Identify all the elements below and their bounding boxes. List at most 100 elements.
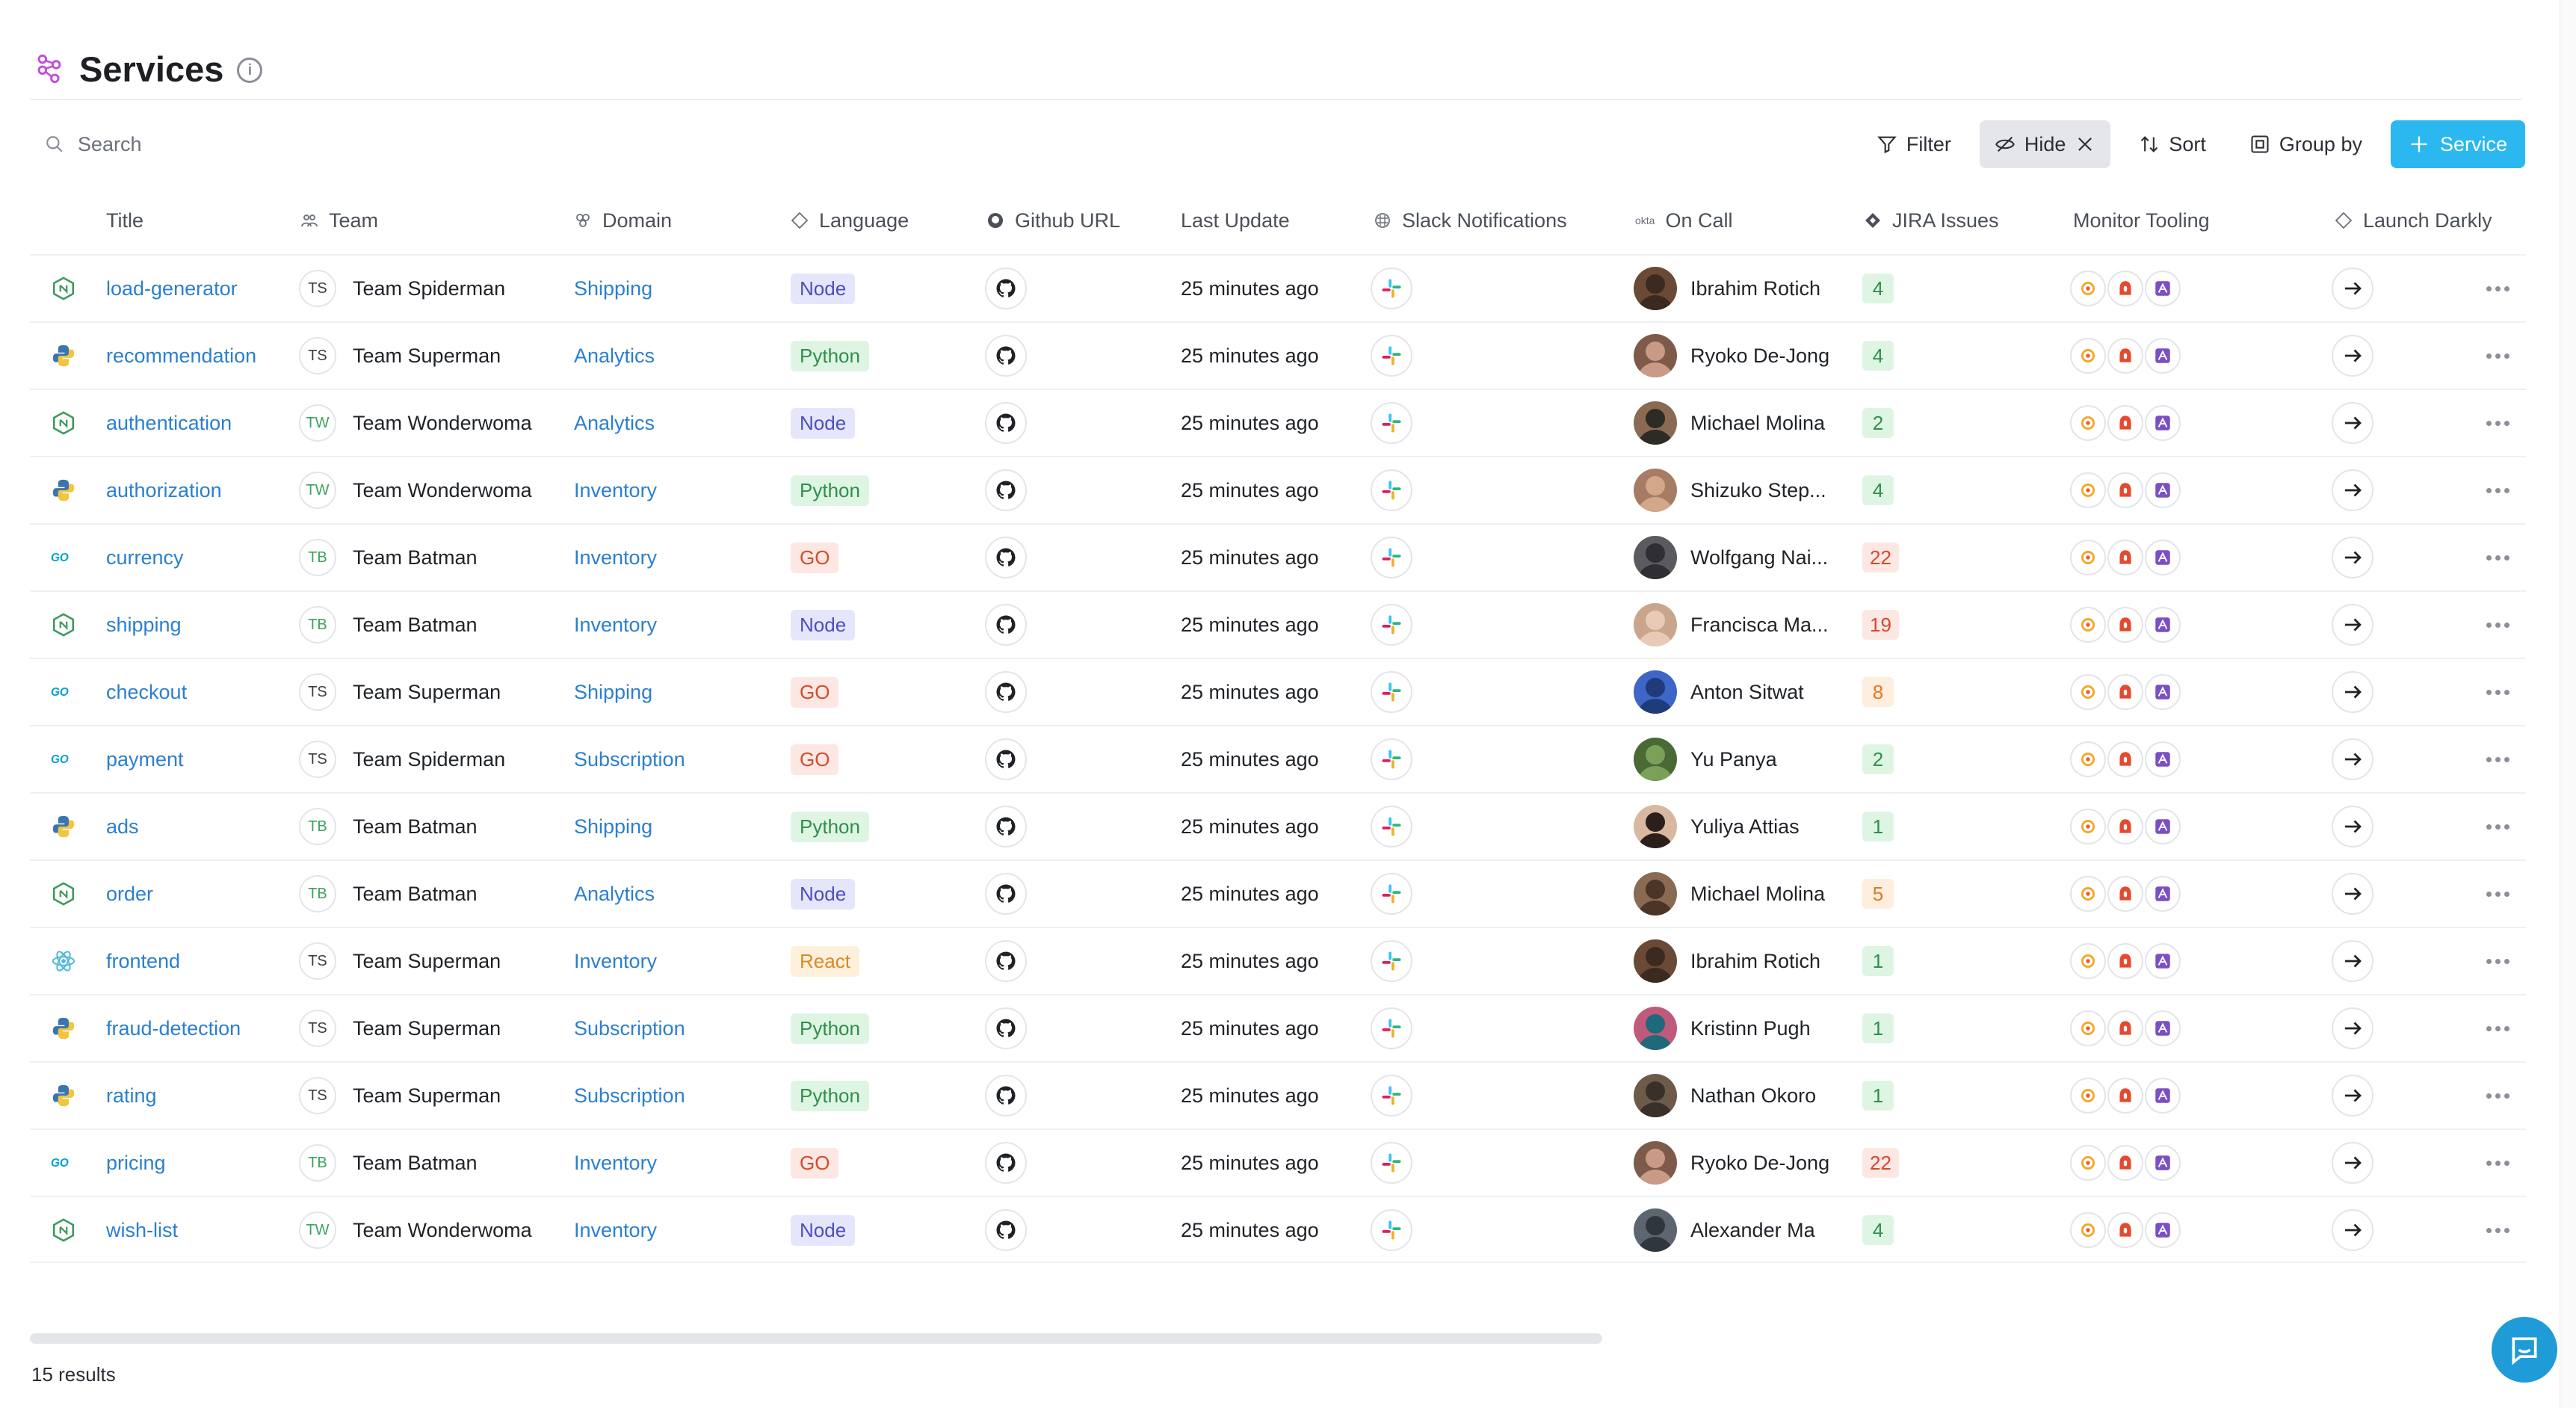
more-icon[interactable] xyxy=(2483,622,2512,628)
search-input[interactable] xyxy=(78,132,436,156)
service-title-link[interactable]: pricing xyxy=(106,1152,166,1175)
sentry-icon[interactable] xyxy=(2145,741,2181,777)
sentry-icon[interactable] xyxy=(2145,1010,2181,1046)
chat-button[interactable] xyxy=(2492,1317,2557,1383)
jira-count-badge[interactable]: 22 xyxy=(1862,543,1899,572)
launch-darkly-link[interactable] xyxy=(2332,1209,2373,1251)
service-title-link[interactable]: recommendation xyxy=(106,345,256,368)
group-by-button[interactable]: Group by xyxy=(2234,120,2377,168)
more-icon[interactable] xyxy=(2483,1093,2512,1099)
slack-link[interactable] xyxy=(1371,671,1412,713)
column-header-github[interactable]: Github URL xyxy=(986,187,1120,254)
column-header-domain[interactable]: Domain xyxy=(574,187,672,254)
github-link[interactable] xyxy=(985,537,1027,578)
column-header-jira[interactable]: JIRA Issues xyxy=(1864,187,1999,254)
more-icon[interactable] xyxy=(2483,353,2512,359)
launch-darkly-link[interactable] xyxy=(2332,604,2373,646)
github-link[interactable] xyxy=(985,806,1027,847)
table-row[interactable]: GO pricing TB Team Batman Inventory GO 2… xyxy=(30,1128,2526,1196)
jira-count-badge[interactable]: 1 xyxy=(1862,812,1894,842)
sentry-icon[interactable] xyxy=(2145,540,2181,575)
launch-darkly-link[interactable] xyxy=(2332,940,2373,982)
slack-link[interactable] xyxy=(1371,873,1412,915)
slack-link[interactable] xyxy=(1371,1075,1412,1117)
github-link[interactable] xyxy=(985,402,1027,444)
grafana-icon[interactable] xyxy=(2070,607,2106,643)
column-header-slack[interactable]: Slack Notifications xyxy=(1374,187,1567,254)
table-row[interactable]: GO payment TS Team Spiderman Subscriptio… xyxy=(30,725,2526,792)
grafana-icon[interactable] xyxy=(2070,405,2106,441)
table-row[interactable]: authorization TW Team Wonderwoman Invent… xyxy=(30,456,2526,523)
sentry-icon[interactable] xyxy=(2145,674,2181,710)
more-icon[interactable] xyxy=(2483,1025,2512,1031)
pagerduty-icon[interactable] xyxy=(2107,809,2143,845)
column-header-language[interactable]: Language xyxy=(791,187,909,254)
sentry-icon[interactable] xyxy=(2145,1145,2181,1181)
more-icon[interactable] xyxy=(2483,958,2512,964)
grafana-icon[interactable] xyxy=(2070,674,2106,710)
grafana-icon[interactable] xyxy=(2070,271,2106,306)
sentry-icon[interactable] xyxy=(2145,405,2181,441)
close-icon[interactable] xyxy=(2075,134,2095,155)
jira-count-badge[interactable]: 19 xyxy=(1862,610,1899,640)
jira-count-badge[interactable]: 22 xyxy=(1862,1148,1899,1178)
column-header-team[interactable]: Team xyxy=(300,187,378,254)
jira-count-badge[interactable]: 8 xyxy=(1862,677,1894,707)
service-title-link[interactable]: checkout xyxy=(106,681,187,704)
table-row[interactable]: order TB Team Batman Analytics Node 25 m… xyxy=(30,859,2526,927)
pagerduty-icon[interactable] xyxy=(2107,1212,2143,1248)
domain-link[interactable]: Shipping xyxy=(574,277,652,300)
column-header-last-update[interactable]: Last Update xyxy=(1181,187,1290,254)
launch-darkly-link[interactable] xyxy=(2332,806,2373,847)
table-row[interactable]: GO checkout TS Team Superman Shipping GO… xyxy=(30,658,2526,725)
table-row[interactable]: wish-list TW Team Wonderwoman Inventory … xyxy=(30,1196,2526,1263)
github-link[interactable] xyxy=(985,604,1027,646)
github-link[interactable] xyxy=(985,1075,1027,1117)
jira-count-badge[interactable]: 1 xyxy=(1862,1013,1894,1043)
github-link[interactable] xyxy=(985,738,1027,780)
more-icon[interactable] xyxy=(2483,420,2512,426)
slack-link[interactable] xyxy=(1371,1007,1412,1049)
service-title-link[interactable]: authorization xyxy=(106,479,222,502)
domain-link[interactable]: Shipping xyxy=(574,815,652,839)
launch-darkly-link[interactable] xyxy=(2332,738,2373,780)
github-link[interactable] xyxy=(985,873,1027,915)
sentry-icon[interactable] xyxy=(2145,472,2181,508)
more-icon[interactable] xyxy=(2483,487,2512,493)
info-icon[interactable]: i xyxy=(237,58,263,83)
sentry-icon[interactable] xyxy=(2145,1078,2181,1114)
slack-link[interactable] xyxy=(1371,1142,1412,1184)
service-title-link[interactable]: fraud-detection xyxy=(106,1017,241,1040)
more-icon[interactable] xyxy=(2483,891,2512,897)
grafana-icon[interactable] xyxy=(2070,1212,2106,1248)
grafana-icon[interactable] xyxy=(2070,472,2106,508)
jira-count-badge[interactable]: 2 xyxy=(1862,408,1894,438)
domain-link[interactable]: Analytics xyxy=(574,883,655,906)
launch-darkly-link[interactable] xyxy=(2332,335,2373,377)
table-row[interactable]: authentication TW Team Wonderwoman Analy… xyxy=(30,389,2526,456)
table-row[interactable]: rating TS Team Superman Subscription Pyt… xyxy=(30,1061,2526,1128)
grafana-icon[interactable] xyxy=(2070,1010,2106,1046)
launch-darkly-link[interactable] xyxy=(2332,537,2373,578)
jira-count-badge[interactable]: 4 xyxy=(1862,475,1894,505)
pagerduty-icon[interactable] xyxy=(2107,1010,2143,1046)
github-link[interactable] xyxy=(985,335,1027,377)
launch-darkly-link[interactable] xyxy=(2332,469,2373,511)
github-link[interactable] xyxy=(985,1007,1027,1049)
jira-count-badge[interactable]: 4 xyxy=(1862,274,1894,303)
column-header-title[interactable]: Title xyxy=(106,187,143,254)
github-link[interactable] xyxy=(985,671,1027,713)
slack-link[interactable] xyxy=(1371,738,1412,780)
grafana-icon[interactable] xyxy=(2070,1078,2106,1114)
more-icon[interactable] xyxy=(2483,756,2512,762)
domain-link[interactable]: Inventory xyxy=(574,479,657,502)
column-header-monitor[interactable]: Monitor Tooling xyxy=(2073,187,2210,254)
launch-darkly-link[interactable] xyxy=(2332,873,2373,915)
filter-button[interactable]: Filter xyxy=(1862,120,1966,168)
pagerduty-icon[interactable] xyxy=(2107,1078,2143,1114)
launch-darkly-link[interactable] xyxy=(2332,671,2373,713)
hide-button[interactable]: Hide xyxy=(1979,120,2111,168)
domain-link[interactable]: Inventory xyxy=(574,546,657,569)
table-row[interactable]: frontend TS Team Superman Inventory Reac… xyxy=(30,927,2526,994)
table-row[interactable]: ads TB Team Batman Shipping Python 25 mi… xyxy=(30,792,2526,859)
